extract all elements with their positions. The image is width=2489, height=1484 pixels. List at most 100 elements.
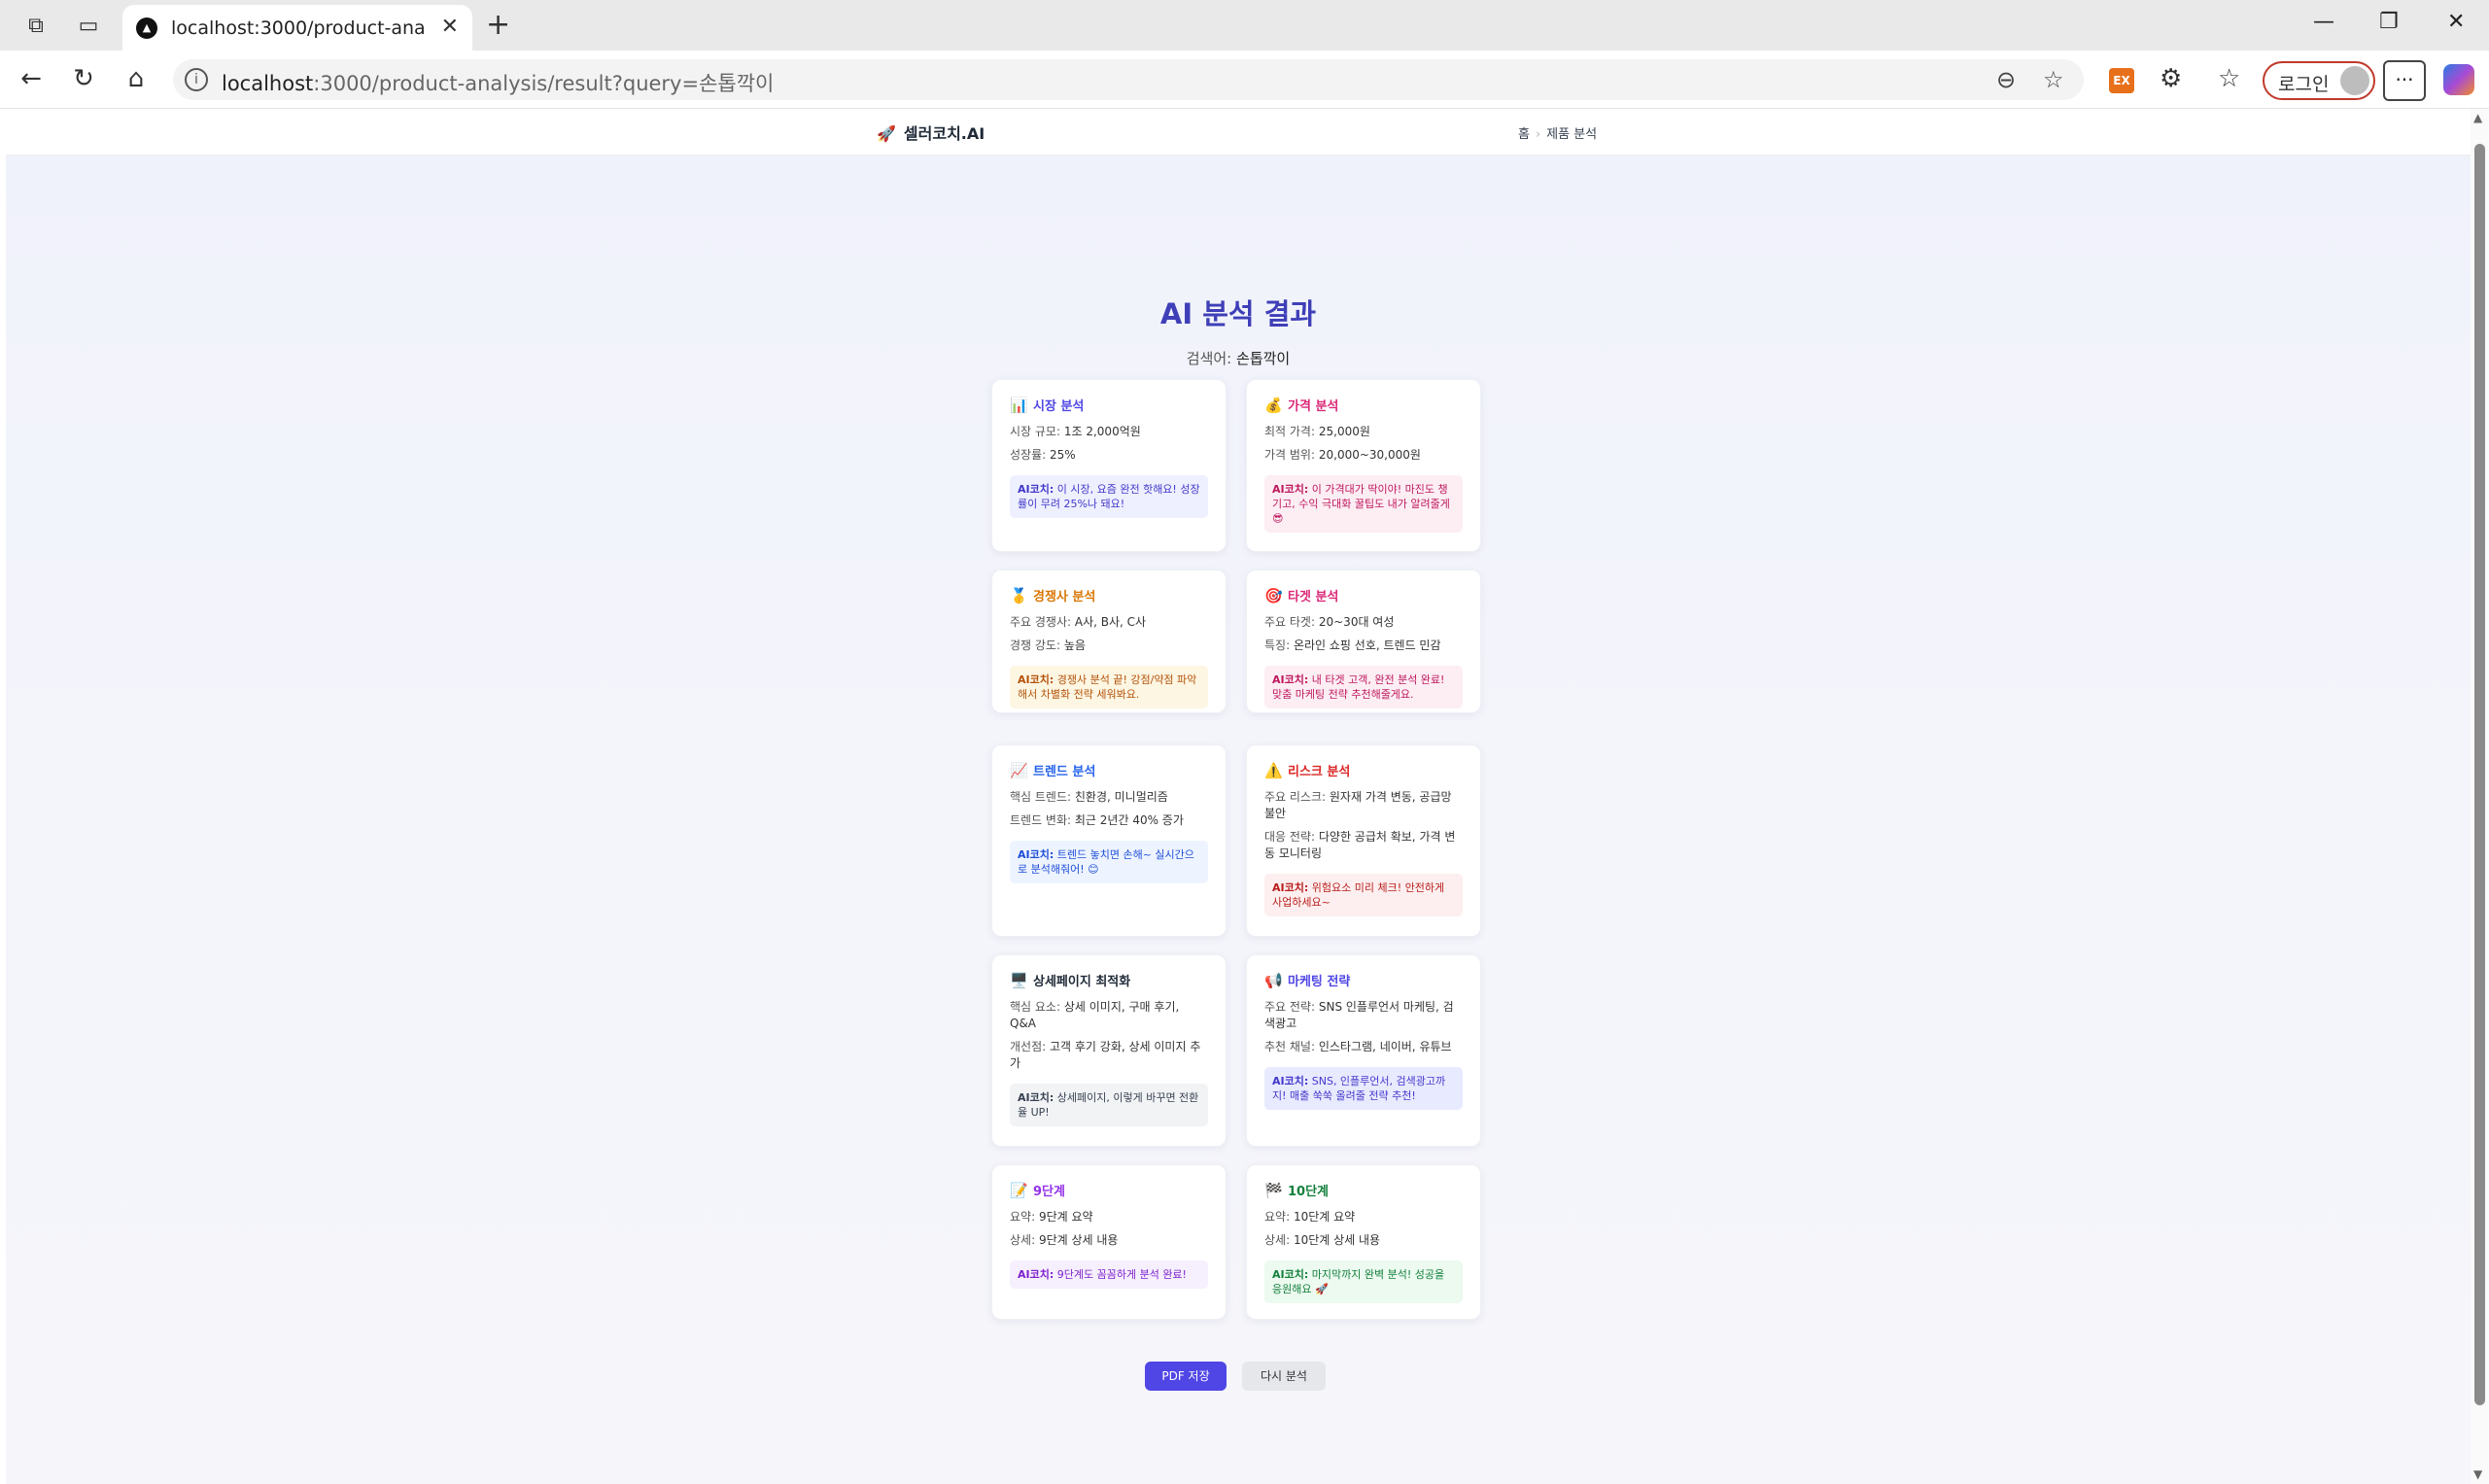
favorite-star-icon[interactable]: ☆: [2043, 66, 2064, 93]
breadcrumb-separator: ›: [1535, 127, 1541, 142]
tab-close-icon[interactable]: ✕: [441, 15, 459, 39]
card-title: 💰 가격 분석: [1264, 397, 1339, 414]
analysis-card: 💰 가격 분석최적 가격: 25,000원가격 범위: 20,000~30,000…: [1246, 379, 1481, 552]
card-field: 핵심 트렌드: 친환경, 미니멀리즘: [1010, 790, 1168, 804]
card-title: 🏁 10단계: [1264, 1182, 1330, 1199]
reanalyze-button[interactable]: 다시 분석: [1242, 1362, 1326, 1391]
card-title: 🎯 타겟 분석: [1264, 587, 1339, 604]
card-title: 📝 9단계: [1010, 1182, 1065, 1199]
site-info-icon[interactable]: i: [185, 68, 208, 91]
zoom-icon[interactable]: ⊖: [1996, 66, 2016, 93]
browser-tab[interactable]: ▲ localhost:3000/product-analysis/r ✕: [122, 5, 472, 51]
window-close-icon[interactable]: ✕: [2447, 10, 2465, 34]
analysis-card: 📝 9단계요약: 9단계 요약상세: 9단계 상세 내용 AI코치: 9단계도 꼼꼼…: [991, 1164, 1227, 1320]
card-field: 개선점: 고객 후기 강화, 상세 이미지 추가: [1010, 1040, 1201, 1070]
back-icon[interactable]: ←: [16, 64, 47, 93]
card-field: 주요 전략: SNS 인플루언서 마케팅, 검색광고: [1264, 1000, 1454, 1030]
medal-icon: 🥇: [1010, 587, 1028, 604]
analysis-card: 📈 트렌드 분석핵심 트렌드: 친환경, 미니멀리즘트렌드 변화: 최근 2년간 …: [991, 744, 1227, 937]
card-field: 핵심 요소: 상세 이미지, 구매 후기, Q&A: [1010, 1000, 1180, 1030]
ai-coach-tip: AI코치: SNS, 인플루언서, 검색광고까지! 매출 쑥쑥 올려줄 전략 추…: [1264, 1067, 1463, 1110]
address-bar[interactable]: i localhost:3000/product-analysis/result…: [173, 59, 2084, 100]
card-field: 성장률: 25%: [1010, 448, 1076, 462]
brand-logo[interactable]: 🚀 셀러코치.AI: [877, 121, 985, 144]
tab-title: localhost:3000/product-analysis/r: [171, 17, 426, 39]
card-title: 📢 마케팅 전략: [1264, 972, 1351, 989]
breadcrumb-home[interactable]: 홈: [1518, 127, 1530, 142]
ai-coach-tip: AI코치: 경쟁사 분석 끝! 강점/약점 파악해서 차별화 전략 세워봐요.: [1010, 666, 1208, 708]
browser-toolbar: ← ↻ ⌂ i localhost:3000/product-analysis/…: [0, 51, 2489, 109]
checkered-flag-icon: 🏁: [1264, 1182, 1283, 1199]
memo-icon: 📝: [1010, 1182, 1028, 1199]
analysis-card: 🏁 10단계요약: 10단계 요약상세: 10단계 상세 내용 AI코치: 마지막까…: [1246, 1164, 1481, 1320]
card-title: 🥇 경쟁사 분석: [1010, 587, 1096, 604]
home-icon[interactable]: ⌂: [121, 64, 152, 93]
workspaces-icon[interactable]: ⧉: [21, 12, 51, 41]
scroll-down-icon[interactable]: ▼: [2473, 1467, 2482, 1481]
favorites-icon[interactable]: ☆: [2218, 64, 2240, 93]
minimize-icon[interactable]: —: [2313, 10, 2334, 34]
card-field: 주요 리스크: 원자재 가격 변동, 공급망 불안: [1264, 790, 1452, 820]
analysis-card: 🖥️ 상세페이지 최적화 핵심 요소: 상세 이미지, 구매 후기, Q&A 개선점:…: [991, 954, 1227, 1147]
megaphone-icon: 📢: [1264, 972, 1283, 989]
breadcrumb: 홈 › 제품 분석: [1518, 123, 1597, 142]
ai-coach-tip: AI코치: 이 시장, 요즘 완전 핫해요! 성장률이 무려 25%나 돼요!: [1010, 475, 1208, 518]
breadcrumb-current: 제품 분석: [1546, 127, 1598, 142]
card-field: 주요 타겟: 20~30대 여성: [1264, 615, 1395, 629]
card-field: 요약: 9단계 요약: [1010, 1210, 1093, 1224]
ai-coach-tip: AI코치: 위험요소 미리 체크! 안전하게 사업하세요~: [1264, 874, 1463, 916]
browser-tab-bar: ⧉ ▭ ▲ localhost:3000/product-analysis/r …: [0, 0, 2489, 51]
warning-icon: ⚠️: [1264, 762, 1283, 779]
query-value: 손톱깍이: [1236, 350, 1291, 367]
page-viewport: 🚀 셀러코치.AI 홈 › 제품 분석 AI 분석 결과 검색어: 손톱깍이 📊 시장 …: [6, 109, 2471, 1484]
ai-coach-tip: AI코치: 내 타겟 고객, 완전 분석 완료! 맞춤 마케팅 전략 추천해줄게…: [1264, 666, 1463, 708]
bar-chart-icon: 📊: [1010, 397, 1028, 414]
pdf-save-button[interactable]: PDF 저장: [1145, 1362, 1227, 1391]
card-field: 특징: 온라인 쇼핑 선호, 트렌드 민감: [1264, 638, 1441, 652]
money-bag-icon: 💰: [1264, 397, 1283, 414]
trend-chart-icon: 📈: [1010, 762, 1028, 779]
scroll-thumb[interactable]: [2474, 144, 2485, 1405]
analysis-card: ⚠️ 리스크 분석 주요 리스크: 원자재 가격 변동, 공급망 불안 대응 전략: …: [1246, 744, 1481, 937]
ai-coach-tip: AI코치: 이 가격대가 딱이야! 마진도 챙기고, 수익 극대화 꿀팁도 내가…: [1264, 475, 1463, 533]
extensions-icon[interactable]: ⚙: [2160, 64, 2182, 93]
target-icon: 🎯: [1264, 587, 1283, 604]
url-text[interactable]: localhost:3000/product-analysis/result?q…: [222, 68, 774, 97]
page-scrollbar[interactable]: ▲ ▼: [2471, 109, 2489, 1484]
card-field: 최적 가격: 25,000원: [1264, 425, 1370, 438]
query-line: 검색어: 손톱깍이: [1186, 350, 1291, 367]
profile-login-button[interactable]: 로그인: [2263, 61, 2375, 100]
card-title: ⚠️ 리스크 분석: [1264, 762, 1351, 779]
ai-coach-tip: AI코치: 상세페이지, 이렇게 바꾸면 전환율 UP!: [1010, 1084, 1208, 1126]
ai-coach-tip: AI코치: 9단계도 꼼꼼하게 분석 완료!: [1010, 1260, 1208, 1289]
card-field: 상세: 9단계 상세 내용: [1010, 1233, 1119, 1247]
analysis-card: 🎯 타겟 분석주요 타겟: 20~30대 여성특징: 온라인 쇼핑 선호, 트렌드…: [1246, 569, 1481, 713]
card-field: 트렌드 변화: 최근 2년간 40% 증가: [1010, 813, 1184, 827]
ai-coach-tip: AI코치: 마지막까지 완벽 분석! 성공을 응원해요 🚀: [1264, 1260, 1463, 1303]
avatar: [2340, 66, 2369, 95]
more-menu-icon[interactable]: ···: [2383, 60, 2426, 101]
new-tab-icon[interactable]: +: [486, 8, 510, 42]
analysis-card: 🥇 경쟁사 분석 주요 경쟁사: A사, B사, C사 경쟁 강도: 높음 AI코치: …: [991, 569, 1227, 713]
tab-actions-icon[interactable]: ▭: [74, 12, 103, 41]
card-field: 경쟁 강도: 높음: [1010, 638, 1086, 652]
scroll-up-icon[interactable]: ▲: [2473, 111, 2482, 124]
analysis-card: 📊 시장 분석시장 규모: 1조 2,000억원성장률: 25% AI코치: 이 시…: [991, 379, 1227, 552]
reload-icon[interactable]: ↻: [68, 64, 99, 93]
analysis-card: 📢 마케팅 전략주요 전략: SNS 인플루언서 마케팅, 검색광고추천 채널: …: [1246, 954, 1481, 1147]
monitor-icon: 🖥️: [1010, 972, 1028, 989]
card-field: 시장 규모: 1조 2,000억원: [1010, 425, 1141, 438]
tab-favicon-icon: ▲: [136, 17, 157, 39]
card-field: 추천 채널: 인스타그램, 네이버, 유튜브: [1264, 1040, 1452, 1053]
page-title: AI 분석 결과: [1159, 297, 1317, 330]
card-title: 📈 트렌드 분석: [1010, 762, 1096, 779]
login-label: 로그인: [2278, 74, 2330, 95]
restore-icon[interactable]: ❐: [2379, 10, 2399, 34]
card-field: 요약: 10단계 요약: [1264, 1210, 1356, 1224]
card-title: 📊 시장 분석: [1010, 397, 1085, 414]
card-field: 상세: 10단계 상세 내용: [1264, 1233, 1381, 1247]
rocket-icon: 🚀: [877, 124, 896, 143]
extension-ex-icon[interactable]: EX: [2109, 68, 2134, 93]
card-field: 가격 범위: 20,000~30,000원: [1264, 448, 1421, 462]
copilot-icon[interactable]: [2443, 64, 2474, 95]
